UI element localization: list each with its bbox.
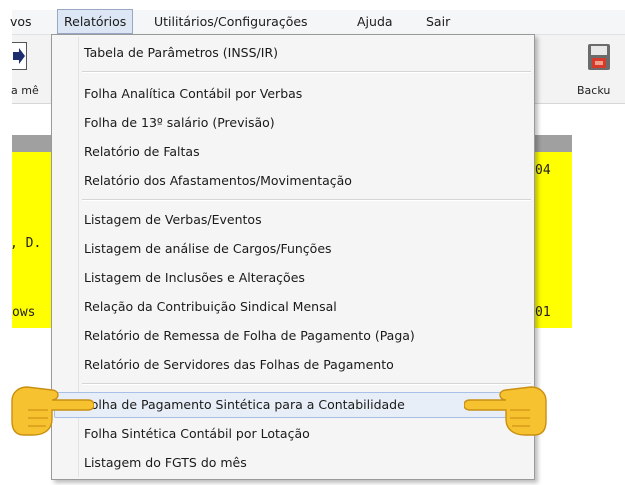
- menu-item-folha-sintetica-contabilidade[interactable]: Folha de Pagamento Sintética para a Cont…: [84, 392, 405, 418]
- menu-item-relatorio-afastamentos[interactable]: Relatório dos Afastamentos/Movimentação: [84, 168, 352, 194]
- backup-icon[interactable]: [585, 42, 613, 72]
- menu-item-listagem-cargos[interactable]: Listagem de análise de Cargos/Funções: [84, 236, 332, 262]
- menu-item-listagem-fgts[interactable]: Listagem do FGTS do mês: [84, 450, 247, 476]
- menu-item-folha-13-salario[interactable]: Folha de 13º salário (Previsão): [84, 110, 275, 136]
- menu-ajuda[interactable]: Ajuda: [357, 10, 393, 34]
- menu-arquivos[interactable]: vos: [10, 10, 32, 34]
- menu-sair[interactable]: Sair: [426, 10, 450, 34]
- menubar: vos Relatórios Utilitários/Configurações…: [10, 9, 625, 35]
- menu-utilitarios[interactable]: Utilitários/Configurações: [154, 10, 308, 34]
- menu-item-contribuicao-sindical[interactable]: Relação da Contribuição Sindical Mensal: [84, 294, 337, 320]
- pointing-hand-right-icon: [8, 375, 95, 437]
- menu-item-folha-analitica[interactable]: Folha Analítica Contábil por Verbas: [84, 81, 302, 107]
- menu-item-listagem-verbas[interactable]: Listagem de Verbas/Eventos: [84, 207, 262, 233]
- menu-item-folha-sintetica-lotacao[interactable]: Folha Sintética Contábil por Lotação: [84, 421, 310, 447]
- menu-item-tabela-parametros[interactable]: Tabela de Parâmetros (INSS/IR): [84, 40, 278, 66]
- menu-item-relatorio-servidores[interactable]: Relatório de Servidores das Folhas de Pa…: [84, 352, 394, 378]
- menu-separator: [82, 71, 531, 73]
- relatorios-dropdown-menu: Tabela de Parâmetros (INSS/IR) Folha Ana…: [51, 34, 535, 480]
- toolbar-backup-label: Backu: [577, 84, 611, 97]
- menu-item-relatorio-faltas[interactable]: Relatório de Faltas: [84, 139, 200, 165]
- content-line3-right: 01: [535, 305, 551, 320]
- menu-item-remessa-folha[interactable]: Relatório de Remessa de Folha de Pagamen…: [84, 323, 415, 349]
- pointing-hand-left-icon: [463, 375, 550, 437]
- menu-relatorios[interactable]: Relatórios: [57, 9, 134, 34]
- toolbar-left-label: a mê: [11, 84, 39, 97]
- content-line1-right: 04: [535, 163, 551, 178]
- menu-separator: [82, 199, 531, 201]
- arrow-right-icon[interactable]: [12, 42, 27, 70]
- content-line2-left: , D.: [10, 236, 42, 251]
- menu-item-listagem-inclusoes[interactable]: Listagem de Inclusões e Alterações: [84, 265, 305, 291]
- content-line3-left: ows: [12, 305, 36, 320]
